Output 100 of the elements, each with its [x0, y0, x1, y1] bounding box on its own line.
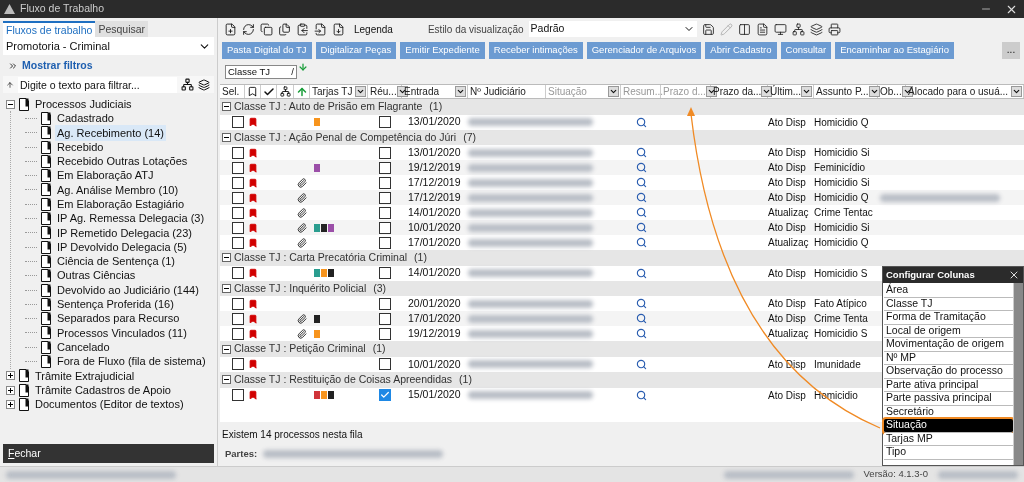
expand-icon[interactable]	[6, 399, 15, 409]
checkbox[interactable]	[379, 146, 391, 159]
tree-item[interactable]: Processos Judiciais	[33, 95, 134, 113]
bookmark-icon[interactable]	[248, 237, 258, 248]
bookmark-icon[interactable]	[248, 390, 258, 401]
filter-dropdown-icon[interactable]	[801, 86, 813, 97]
paperclip-icon[interactable]	[297, 328, 307, 339]
bookmark-icon[interactable]	[248, 192, 258, 203]
tree-item[interactable]: IP Ag. Remessa Delegacia (3)	[55, 210, 207, 227]
checkbox[interactable]	[379, 161, 391, 174]
checkbox[interactable]	[232, 267, 244, 280]
print-icon[interactable]	[827, 22, 841, 36]
column-header[interactable]: Assunto P...	[816, 84, 869, 99]
tree-item[interactable]: Sentença Proferida (16)	[55, 296, 176, 313]
import-icon[interactable]	[314, 22, 327, 36]
search-icon[interactable]	[635, 237, 647, 249]
layers-icon[interactable]	[809, 22, 823, 36]
save-icon[interactable]	[701, 22, 715, 36]
search-icon[interactable]	[635, 267, 647, 279]
paperclip-icon[interactable]	[297, 207, 307, 218]
collapse-icon[interactable]	[222, 102, 231, 112]
checkbox[interactable]	[232, 327, 244, 340]
bookmark-icon[interactable]	[248, 117, 258, 128]
tree-item[interactable]: Ag. Análise Membro (10)	[55, 181, 181, 199]
search-icon[interactable]	[635, 313, 647, 325]
tab[interactable]: Fluxos de trabalho	[3, 21, 96, 37]
dropdown[interactable]: Promotoria - Criminal	[3, 37, 214, 55]
checkbox[interactable]	[379, 116, 391, 129]
bookmark-icon[interactable]	[248, 298, 258, 309]
tree-item[interactable]: Outras Ciências	[55, 267, 138, 284]
tree-item[interactable]: Ag. Recebimento (14)	[55, 124, 166, 141]
checkbox[interactable]	[379, 389, 391, 402]
checkbox[interactable]	[232, 312, 244, 325]
checkbox[interactable]	[232, 389, 244, 402]
paperclip-icon[interactable]	[297, 177, 307, 188]
column-header[interactable]: Réu...	[370, 84, 397, 99]
checkbox[interactable]	[379, 236, 391, 249]
tree-item[interactable]: Em Elaboração Estagiário	[55, 196, 187, 213]
checkbox[interactable]	[379, 206, 391, 219]
table-row[interactable]: 19/12/2019 Ato Disp Feminicídio	[220, 160, 1024, 176]
bookmark-icon[interactable]	[248, 328, 258, 339]
checkbox[interactable]	[232, 146, 244, 159]
search-icon[interactable]	[635, 328, 647, 340]
document-icon[interactable]	[755, 22, 769, 36]
checkbox[interactable]	[379, 221, 391, 234]
column-header[interactable]: Últim...	[770, 84, 802, 99]
group-chip[interactable]: Classe TJ /	[225, 65, 297, 79]
tree-item[interactable]: Devolvido ao Judiciário (144)	[55, 281, 201, 299]
filter-dropdown-icon[interactable]	[455, 86, 466, 97]
checkbox[interactable]	[379, 176, 391, 189]
new-document-icon[interactable]	[224, 22, 237, 36]
more-button[interactable]: ...	[1002, 41, 1020, 59]
column-header[interactable]: Sel.	[222, 84, 244, 99]
tree-item[interactable]: Recebido Outras Lotações	[55, 153, 190, 170]
search-icon[interactable]	[635, 389, 647, 401]
checkbox[interactable]	[379, 191, 391, 204]
column-option[interactable]: Parte passiva principal	[884, 392, 1013, 406]
search-icon[interactable]	[635, 192, 647, 204]
collapse-icon[interactable]	[222, 284, 231, 294]
checkbox[interactable]	[379, 312, 391, 325]
column-option[interactable]: Tipo	[884, 446, 1013, 460]
paperclip-icon[interactable]	[297, 313, 307, 324]
legend-label[interactable]: Legenda	[354, 21, 393, 37]
search-icon[interactable]	[635, 177, 647, 189]
paperclip-icon[interactable]	[297, 192, 307, 203]
checkbox[interactable]	[379, 267, 391, 280]
column-option[interactable]: Movimentação de origem	[884, 338, 1013, 352]
bookmark-icon[interactable]	[248, 207, 258, 218]
filter-dropdown-icon[interactable]	[1011, 86, 1022, 97]
files-icon[interactable]	[278, 22, 291, 36]
clipboard-icon[interactable]	[296, 22, 309, 36]
bookmark-icon[interactable]	[248, 177, 258, 188]
sort-icon[interactable]	[6, 80, 14, 89]
expand-icon[interactable]	[6, 385, 15, 395]
bookmark-icon[interactable]	[248, 313, 258, 324]
refresh-icon[interactable]	[242, 22, 255, 36]
filter-dropdown-icon[interactable]	[868, 86, 880, 97]
bookmark-icon[interactable]	[248, 268, 258, 279]
collapse-icon[interactable]	[6, 99, 15, 109]
tree-icon[interactable]	[181, 78, 194, 91]
column-header[interactable]: Prazo da...	[713, 84, 762, 99]
bookmark-icon[interactable]	[248, 359, 258, 370]
checkbox[interactable]	[232, 221, 244, 234]
tree-item[interactable]: Ciência de Sentença (1)	[55, 253, 177, 270]
checkbox[interactable]	[379, 358, 391, 371]
tree-item[interactable]: Em Elaboração ATJ	[55, 167, 156, 184]
columns-icon[interactable]	[737, 22, 751, 36]
checkbox[interactable]	[379, 327, 391, 340]
checkbox[interactable]	[232, 176, 244, 189]
bookmark-icon[interactable]	[248, 222, 258, 233]
search-icon[interactable]	[635, 162, 647, 174]
column-header[interactable]: Entrada	[404, 84, 440, 99]
paperclip-icon[interactable]	[297, 237, 307, 248]
search-icon[interactable]	[635, 298, 647, 310]
filter-field[interactable]: Digite o texto para filtrar...	[18, 76, 177, 93]
show-filters-link[interactable]: Mostrar filtros	[22, 58, 93, 74]
checkbox[interactable]	[232, 206, 244, 219]
tree-item[interactable]: Fora de Fluxo (fila de sistema)	[55, 353, 208, 370]
search-icon[interactable]	[635, 207, 647, 219]
search-icon[interactable]	[635, 116, 647, 128]
